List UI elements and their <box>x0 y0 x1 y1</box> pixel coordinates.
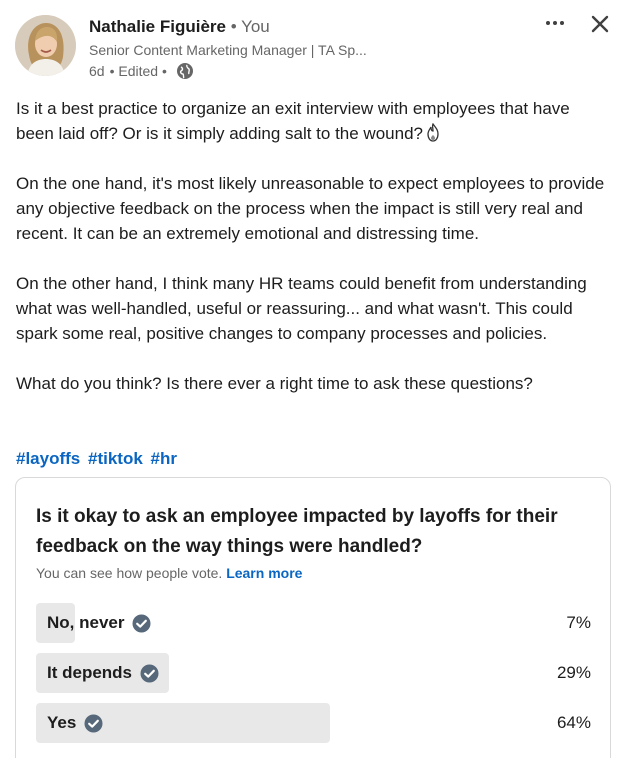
poll-option-no-never[interactable]: No, never 7% <box>36 603 591 643</box>
post-paragraph: Is it a best practice to organize an exi… <box>16 96 608 146</box>
flame-emoji-icon <box>426 122 440 142</box>
post-paragraph: What do you think? Is there ever a right… <box>16 374 533 393</box>
post-body: Is it a best practice to organize an exi… <box>16 96 608 396</box>
poll-visibility-text: You can see how people vote. <box>36 565 223 581</box>
poll-option-label: It depends <box>47 653 159 693</box>
check-circle-icon <box>132 614 151 633</box>
poll-visibility-note: You can see how people vote. Learn more <box>36 565 302 581</box>
poll-card: Is it okay to ask an employee impacted b… <box>15 477 611 758</box>
poll-option-percent: 64% <box>556 713 591 732</box>
post-paragraph-text: Is it a best practice to organize an exi… <box>16 99 570 143</box>
poll-option-percent: 29% <box>556 663 591 682</box>
poll-option-yes[interactable]: Yes 64% <box>36 703 591 743</box>
hashtag-layoffs[interactable]: #layoffs <box>16 449 80 468</box>
poll-option-label: No, never <box>47 603 151 643</box>
poll-option-it-depends[interactable]: It depends 29% <box>36 653 591 693</box>
poll-option-percent: 7% <box>566 613 591 632</box>
author-name[interactable]: Nathalie Figuière • You <box>89 17 270 37</box>
post-header: Nathalie Figuière • You Senior Content M… <box>0 0 625 90</box>
author-you-label: • You <box>225 17 270 36</box>
poll-option-text: Yes <box>47 713 77 732</box>
post-meta: 6d • Edited • <box>89 62 194 80</box>
check-circle-icon <box>84 714 103 733</box>
close-button[interactable] <box>586 10 614 38</box>
learn-more-link[interactable]: Learn more <box>226 565 302 581</box>
hashtag-hr[interactable]: #hr <box>151 449 177 468</box>
author-name-text[interactable]: Nathalie Figuière <box>89 17 226 36</box>
poll-option-label: Yes <box>47 703 103 743</box>
more-options-button[interactable] <box>540 12 570 34</box>
poll-option-text: No, never <box>47 613 125 632</box>
post-time: 6d <box>89 63 105 79</box>
edited-label: • Edited • <box>109 63 167 79</box>
hashtags: #layoffs #tiktok #hr <box>16 446 180 471</box>
check-circle-icon <box>140 664 159 683</box>
globe-icon <box>176 62 194 80</box>
more-icon <box>546 21 564 25</box>
avatar[interactable] <box>15 15 76 76</box>
close-icon <box>591 15 609 33</box>
post-paragraph: On the other hand, I think many HR teams… <box>16 274 587 343</box>
post-paragraph: On the one hand, it's most likely unreas… <box>16 174 605 243</box>
poll-option-text: It depends <box>47 663 133 682</box>
hashtag-tiktok[interactable]: #tiktok <box>88 449 143 468</box>
poll-question: Is it okay to ask an employee impacted b… <box>36 506 558 557</box>
author-headline: Senior Content Marketing Manager | TA Sp… <box>89 42 367 58</box>
